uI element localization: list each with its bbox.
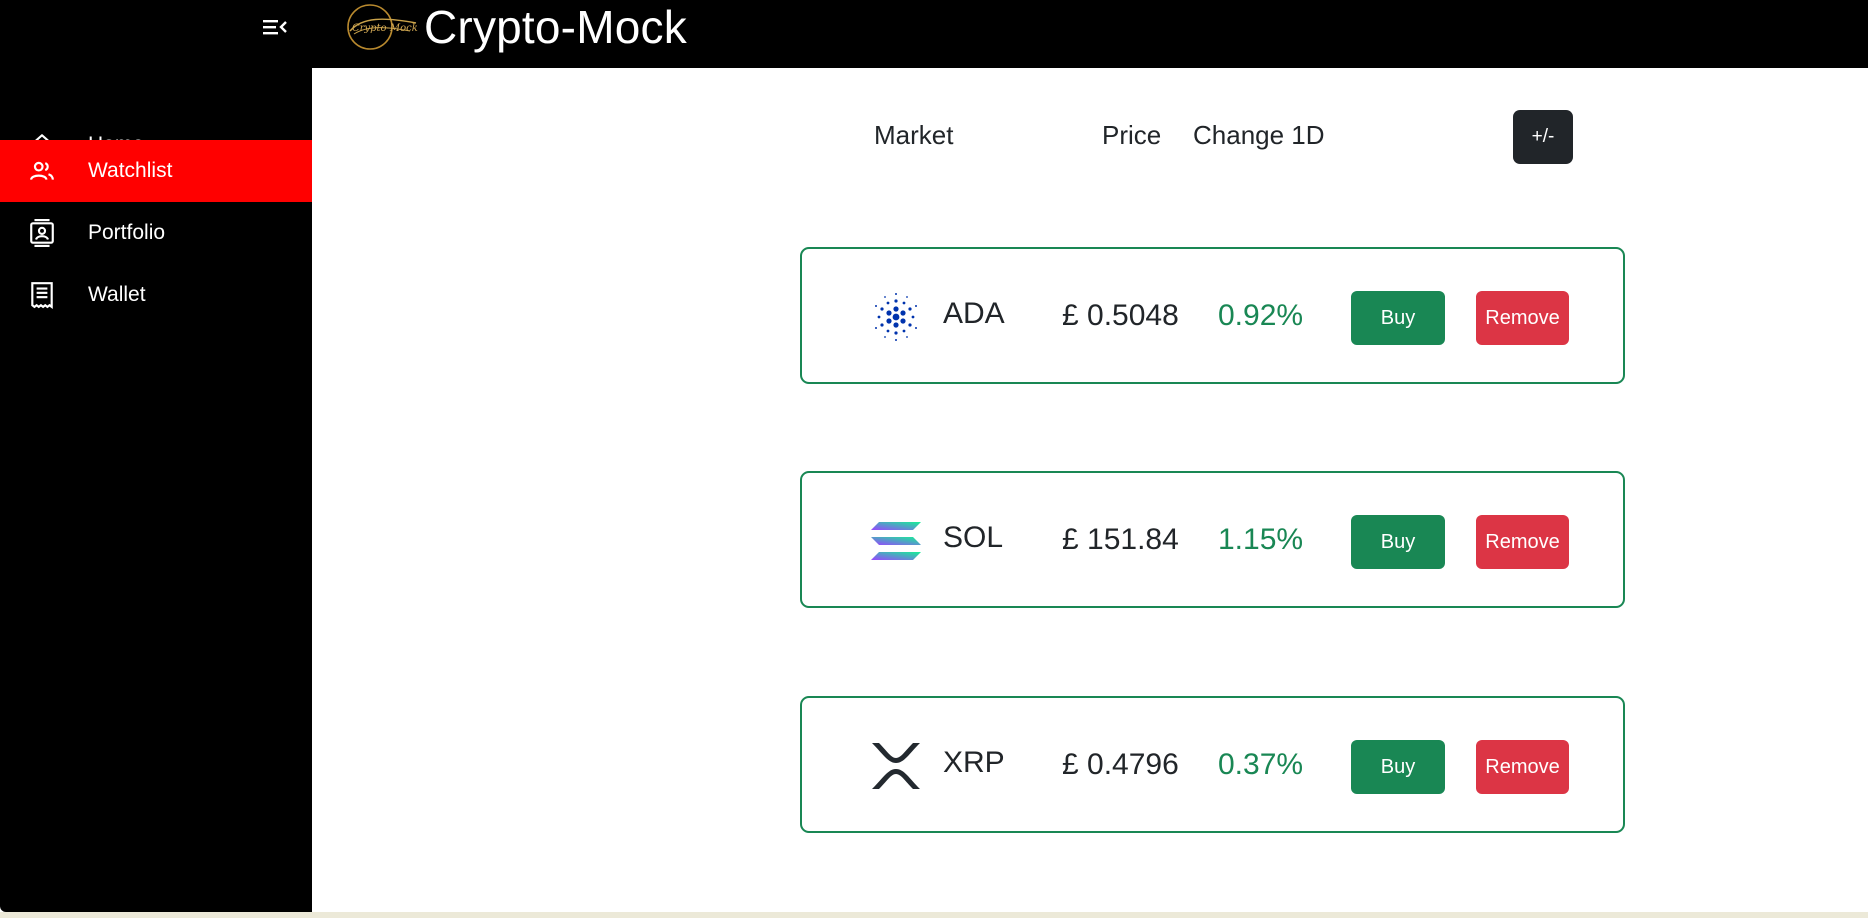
receipt-icon [28, 281, 56, 309]
buy-button[interactable]: Buy [1351, 515, 1445, 569]
coin-price: £ 0.5048 [1062, 299, 1179, 332]
column-header-change: Change 1D [1193, 120, 1325, 150]
coin-change: 0.37% [1218, 748, 1304, 781]
app-title: Crypto-Mock [424, 1, 687, 53]
sidebar-item-portfolio[interactable]: Portfolio [0, 202, 312, 264]
brand-logo: Crypto-Mock [347, 4, 418, 50]
watchlist-row-sol: SOL £ 151.84 1.15% Buy Remove [800, 471, 1625, 608]
app-root: Crypto-Mock Crypto-Mock Home [0, 0, 1868, 918]
sidebar-item-wallet[interactable]: Wallet [0, 264, 312, 326]
sidebar-item-watchlist[interactable]: Watchlist [0, 140, 312, 202]
menu-collapse-icon[interactable] [258, 13, 292, 41]
top-bar: Crypto-Mock Crypto-Mock [0, 0, 1868, 68]
sidebar-item-label: Portfolio [88, 221, 166, 244]
coin-price: £ 151.84 [1062, 523, 1179, 556]
coin-price: £ 0.4796 [1062, 748, 1179, 781]
buy-button[interactable]: Buy [1351, 291, 1445, 345]
window-bottom-edge [0, 912, 1868, 918]
sidebar: Home Watchlist [0, 68, 312, 912]
watchlist-row-ada: ADA £ 0.5048 0.92% Buy Remove [800, 247, 1625, 384]
sidebar-item-label: Wallet [88, 283, 146, 306]
solana-logo [871, 522, 921, 560]
cardano-logo [875, 293, 917, 341]
contact-card-icon [28, 219, 56, 247]
brand[interactable]: Crypto-Mock Crypto-Mock [344, 0, 687, 54]
brand-logo-text: Crypto-Mock [352, 23, 418, 34]
watchlist-row-xrp: XRP £ 0.4796 0.37% Buy Remove [800, 696, 1625, 833]
column-header-price: Price [1102, 120, 1162, 150]
remove-button[interactable]: Remove [1476, 740, 1569, 794]
buy-button[interactable]: Buy [1351, 740, 1445, 794]
remove-button[interactable]: Remove [1476, 515, 1569, 569]
coin-change: 1.15% [1218, 523, 1304, 556]
xrp-logo [872, 743, 920, 789]
coin-symbol: SOL [943, 521, 1004, 554]
coin-symbol: ADA [943, 297, 1005, 330]
edit-watchlist-button[interactable]: +/- [1513, 110, 1573, 164]
column-header-market: Market [874, 120, 954, 150]
remove-button[interactable]: Remove [1476, 291, 1569, 345]
users-icon [28, 157, 56, 185]
coin-symbol: XRP [943, 746, 1005, 779]
sidebar-item-label: Watchlist [88, 159, 173, 182]
coin-change: 0.92% [1218, 299, 1304, 332]
